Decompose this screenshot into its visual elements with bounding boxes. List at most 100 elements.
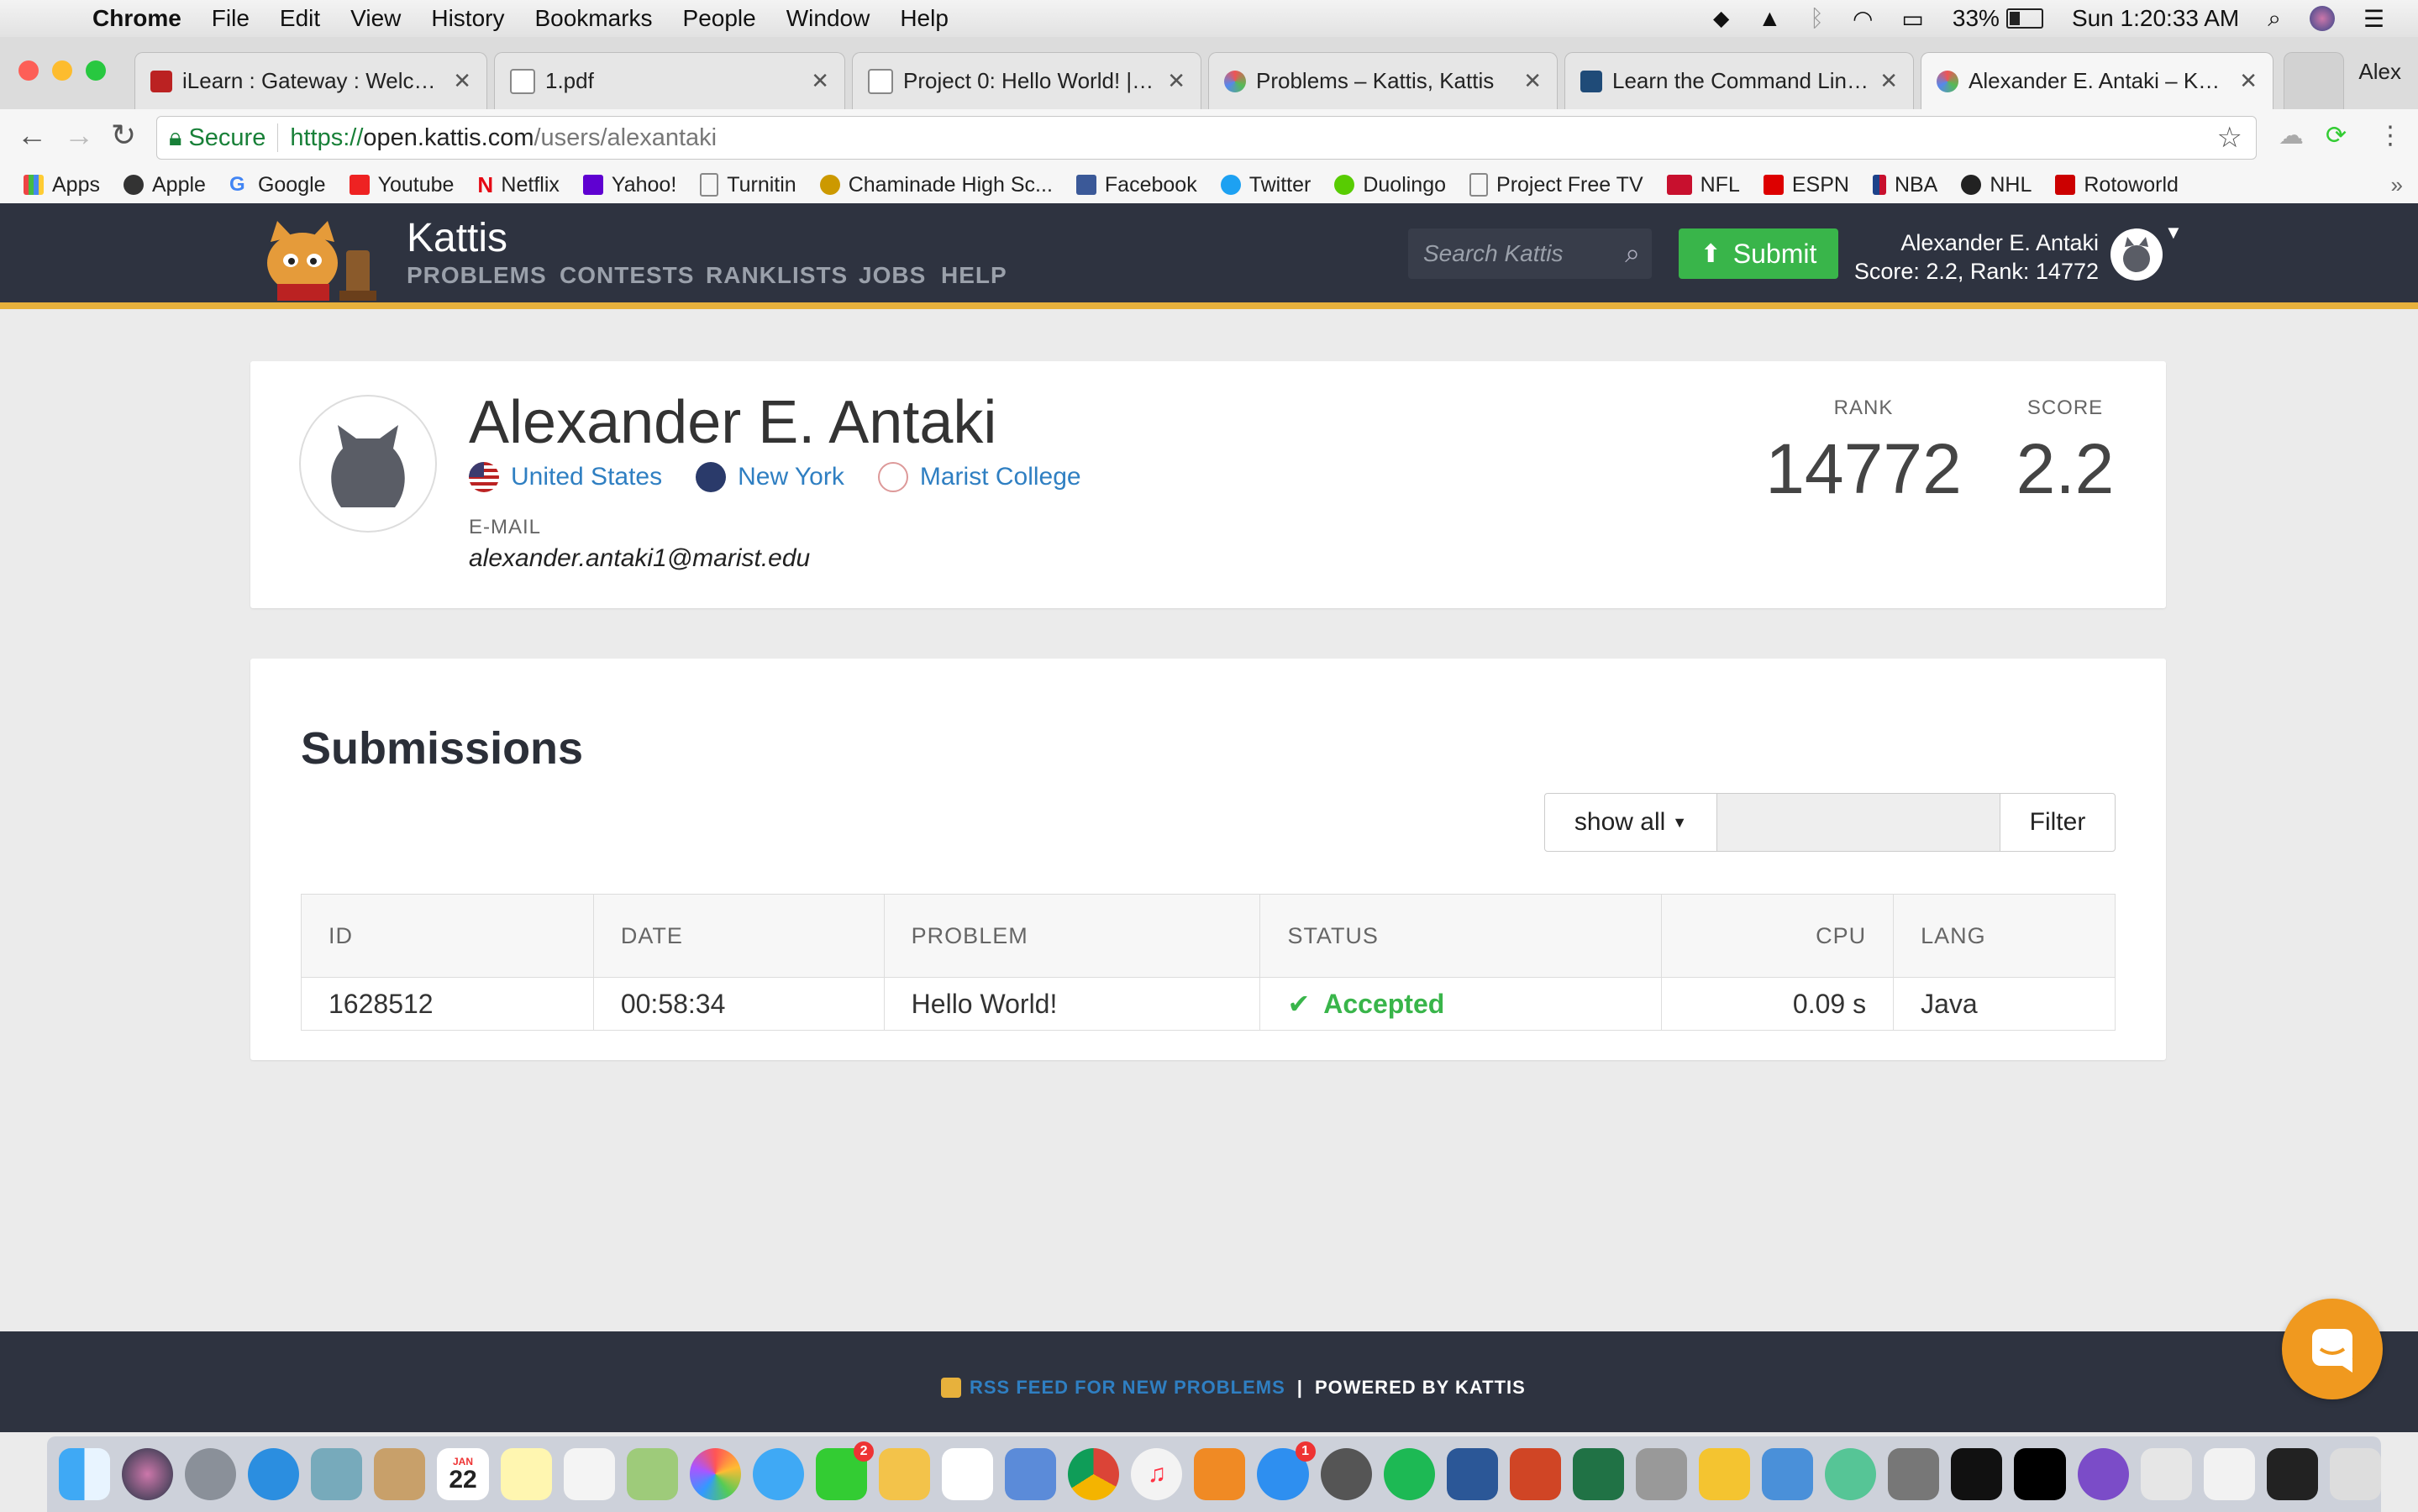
filter-select[interactable]: show all ▼	[1545, 794, 1717, 851]
bookmark-nhl[interactable]: NHL	[1961, 173, 2032, 197]
terminal-icon[interactable]	[1951, 1448, 2003, 1500]
close-tab-icon[interactable]: ✕	[1879, 68, 1898, 94]
clock[interactable]: Sun 1:20:33 AM	[2072, 5, 2239, 32]
menu-people[interactable]: People	[683, 5, 756, 32]
column-header-problem[interactable]: PROBLEM	[883, 894, 1261, 978]
numbers-icon[interactable]	[942, 1448, 994, 1500]
window-zoom-button[interactable]	[86, 60, 106, 81]
chat-launcher-button[interactable]	[2282, 1299, 2383, 1399]
bookmark-netflix[interactable]: N Netflix	[477, 173, 559, 197]
tab-learn-command-line[interactable]: Learn the Command Line | C ✕	[1564, 52, 1914, 109]
system-preferences-icon[interactable]	[1320, 1448, 1372, 1500]
address-bar[interactable]: 🔒︎ Secure https://open.kattis.com/users/…	[156, 116, 2257, 160]
dropbox-icon[interactable]: ⬥	[1713, 5, 1730, 33]
menu-chrome[interactable]: Chrome	[92, 5, 181, 32]
close-tab-icon[interactable]: ✕	[2239, 68, 2258, 94]
filter-button[interactable]: Filter	[2000, 794, 2115, 851]
window-minimize-button[interactable]	[52, 60, 72, 81]
submission-problem-link[interactable]: Hello World!	[883, 977, 1261, 1031]
window-close-button[interactable]	[18, 60, 39, 81]
messages-icon[interactable]	[752, 1448, 804, 1500]
forward-arrow-icon[interactable]: →	[64, 118, 94, 153]
back-arrow-icon[interactable]: ←	[17, 118, 47, 153]
bookmark-apple[interactable]: Apple	[123, 173, 206, 197]
calculator-icon[interactable]	[1635, 1448, 1688, 1500]
rss-feed-link[interactable]: RSS FEED FOR NEW PROBLEMS	[970, 1377, 1285, 1399]
tab-kattis-problems[interactable]: Problems – Kattis, Kattis ✕	[1208, 52, 1558, 109]
profile-name[interactable]: Alex	[2358, 59, 2401, 85]
gimp-icon[interactable]	[1888, 1448, 1940, 1500]
kattis-brand[interactable]: Kattis	[407, 215, 507, 261]
app-store-icon[interactable]: 1	[1257, 1441, 1316, 1500]
column-header-lang[interactable]: LANG	[1893, 894, 2116, 978]
tab-pdf[interactable]: 1.pdf ✕	[494, 52, 845, 109]
itunes-icon[interactable]: ♫	[1131, 1448, 1183, 1500]
word-icon[interactable]	[1446, 1448, 1498, 1500]
bookmark-chaminade[interactable]: Chaminade High Sc...	[819, 173, 1053, 197]
bookmark-apps[interactable]: Apps	[24, 173, 100, 197]
menu-bookmarks[interactable]: Bookmarks	[534, 5, 652, 32]
column-header-id[interactable]: ID	[301, 894, 594, 978]
bookmark-espn[interactable]: ESPN	[1763, 173, 1849, 197]
nav-help[interactable]: HELP	[941, 262, 1007, 289]
maps-icon[interactable]	[626, 1448, 678, 1500]
keynote-icon[interactable]	[1005, 1448, 1057, 1500]
siri-icon[interactable]	[2309, 6, 2335, 31]
contacts-icon[interactable]	[374, 1448, 426, 1500]
powerpoint-icon[interactable]	[1509, 1448, 1561, 1500]
bookmark-facebook[interactable]: Facebook	[1075, 173, 1197, 197]
intellij-icon[interactable]	[2014, 1448, 2066, 1500]
bookmark-turnitin[interactable]: Turnitin	[700, 173, 796, 197]
tab-ilearn[interactable]: iLearn : Gateway : Welcome ✕	[134, 52, 487, 109]
bookmark-twitter[interactable]: Twitter	[1220, 173, 1311, 197]
school-link[interactable]: Marist College	[920, 463, 1081, 491]
spotlight-search-icon[interactable]: ⌕	[2268, 5, 2281, 33]
user-summary[interactable]: Alexander E. Antaki Score: 2.2, Rank: 14…	[1853, 228, 2099, 286]
screenshot-stack-icon[interactable]	[2266, 1448, 2318, 1500]
nav-ranklists[interactable]: RANKLISTS	[706, 262, 848, 289]
extension-green-icon[interactable]: ⟳	[2326, 121, 2347, 150]
document-stack-icon[interactable]	[2203, 1448, 2255, 1500]
finder-icon[interactable]	[59, 1448, 111, 1500]
close-tab-icon[interactable]: ✕	[811, 68, 829, 94]
excel-icon[interactable]	[1572, 1448, 1624, 1500]
nav-problems[interactable]: PROBLEMS	[407, 262, 547, 289]
bookmark-yahoo[interactable]: Yahoo!	[582, 173, 676, 197]
spotify-icon[interactable]	[1383, 1448, 1435, 1500]
country-link[interactable]: United States	[511, 463, 662, 491]
search-icon[interactable]: ⌕	[1625, 238, 1640, 270]
close-tab-icon[interactable]: ✕	[1523, 68, 1542, 94]
trash-icon[interactable]	[2329, 1448, 2381, 1500]
kattis-logo[interactable]	[252, 217, 386, 301]
siri-icon[interactable]	[122, 1448, 174, 1500]
bookmark-duolingo[interactable]: Duolingo	[1334, 173, 1446, 197]
reload-icon[interactable]: ↻	[111, 118, 136, 153]
notes-icon[interactable]	[500, 1448, 552, 1500]
state-link[interactable]: New York	[738, 463, 844, 491]
google-drive-icon[interactable]: ▲	[1758, 5, 1781, 32]
close-tab-icon[interactable]: ✕	[453, 68, 471, 94]
column-header-cpu[interactable]: CPU	[1661, 894, 1895, 978]
xcode-icon[interactable]	[1762, 1448, 1814, 1500]
bookmarks-overflow-icon[interactable]: »	[2391, 172, 2403, 198]
facetime-icon[interactable]: 2	[815, 1441, 875, 1500]
wireless-diagnostics-icon[interactable]	[1699, 1448, 1751, 1500]
menu-history[interactable]: History	[431, 5, 504, 32]
menu-help[interactable]: Help	[900, 5, 949, 32]
chrome-icon[interactable]	[1068, 1448, 1120, 1500]
airplay-icon[interactable]: ▭	[1901, 5, 1923, 33]
wifi-icon[interactable]: ◠	[1853, 5, 1873, 33]
menu-edit[interactable]: Edit	[280, 5, 320, 32]
close-tab-icon[interactable]: ✕	[1167, 68, 1185, 94]
safari-icon[interactable]	[248, 1448, 300, 1500]
pages-icon[interactable]	[879, 1448, 931, 1500]
nav-jobs[interactable]: JOBS	[859, 262, 926, 289]
menu-view[interactable]: View	[350, 5, 401, 32]
reminders-icon[interactable]	[563, 1448, 615, 1500]
notification-center-icon[interactable]: ☰	[2363, 5, 2384, 33]
kattis-search-input[interactable]: Search Kattis ⌕	[1408, 228, 1652, 279]
menu-window[interactable]: Window	[786, 5, 870, 32]
tab-project-0[interactable]: Project 0: Hello World! | CM ✕	[852, 52, 1201, 109]
bookmark-nfl[interactable]: NFL	[1666, 173, 1740, 197]
bookmark-google[interactable]: G Google	[229, 173, 326, 197]
